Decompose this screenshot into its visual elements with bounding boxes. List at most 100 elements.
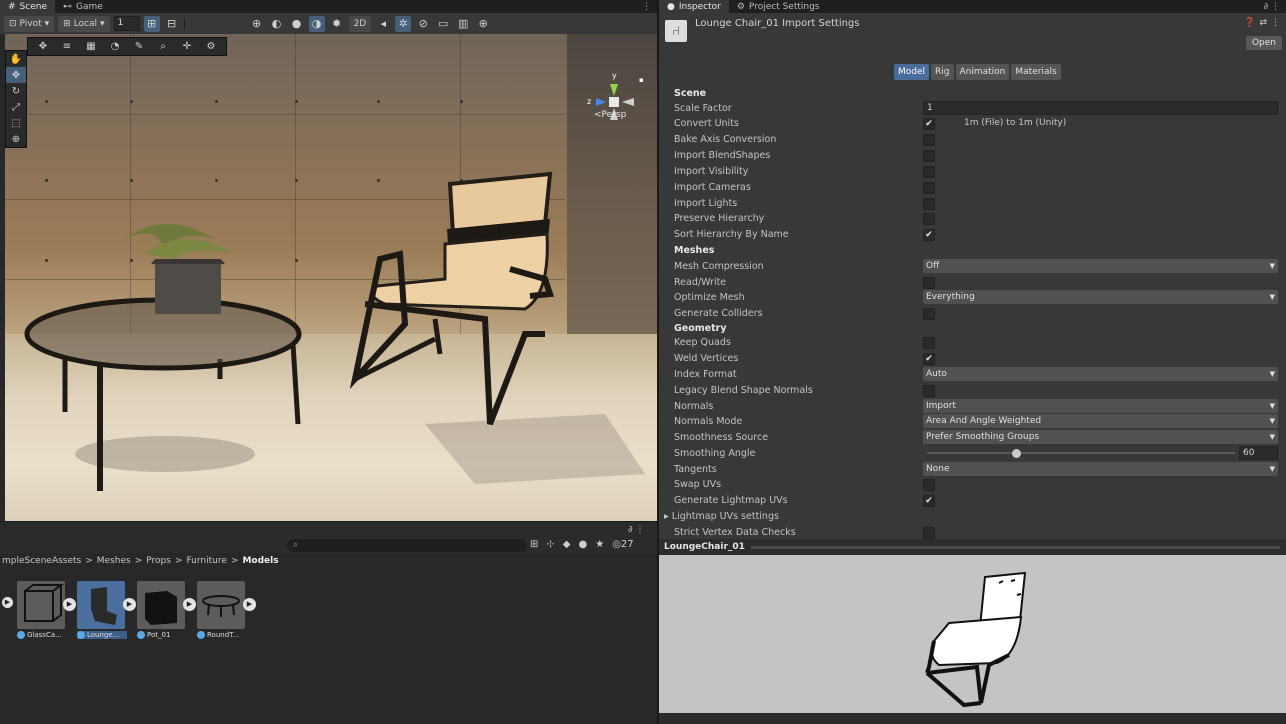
normals-dropdown[interactable]: Import ▼ — [923, 399, 1278, 413]
breadcrumb-item[interactable]: mpleSceneAssets — [2, 556, 81, 566]
model-preview[interactable] — [659, 555, 1286, 713]
filter-label-icon[interactable]: ⊹ — [546, 539, 554, 550]
2d-toggle[interactable]: 2D — [348, 15, 372, 32]
import-blendshapes-checkbox[interactable] — [923, 150, 935, 162]
legacy-blend-checkbox[interactable] — [923, 385, 935, 397]
breadcrumb-current[interactable]: Models — [242, 556, 278, 566]
generate-lightmap-checkbox[interactable]: ✔ — [923, 495, 935, 507]
tab-project-settings[interactable]: ⚙ Project Settings — [729, 0, 828, 13]
filter-type-icon[interactable]: ⊞ — [530, 539, 538, 550]
lock-menu-icon[interactable]: ∂ ⋮ — [1263, 2, 1286, 12]
paint-icon[interactable]: ✎ — [128, 39, 150, 54]
tab-inspector[interactable]: ● Inspector — [659, 0, 729, 13]
lighting-icon[interactable]: ✹ — [329, 16, 345, 32]
tab-game[interactable]: ⊷ Game — [55, 0, 111, 13]
tag-icon[interactable]: ◆ — [563, 539, 571, 550]
transform-tool-icon[interactable]: ⊕ — [6, 131, 26, 147]
normals-mode-dropdown[interactable]: Area And Angle Weighted ▼ — [923, 414, 1278, 428]
asset-item[interactable]: ▶ GlassCa... — [17, 581, 76, 639]
camera-icon[interactable]: ▭ — [435, 16, 451, 32]
expand-arrow-icon[interactable]: ▶ — [2, 597, 13, 608]
help-icon[interactable]: ❓ — [1244, 18, 1255, 28]
snap-settings-icon[interactable]: ⊟ — [164, 16, 180, 32]
read-write-checkbox[interactable] — [923, 277, 935, 289]
asset-item[interactable]: ▶ RoundT... — [197, 581, 256, 639]
local-dropdown[interactable]: ⊞ Local ▾ — [58, 15, 110, 32]
orientation-gizmo[interactable]: y z ▪ — [587, 71, 648, 134]
grid-size-input[interactable]: 1 — [113, 16, 140, 31]
expand-arrow-icon[interactable]: ▶ — [183, 598, 196, 611]
preview-header[interactable]: LoungeChair_01 — [659, 539, 1286, 555]
star-icon[interactable]: ★ — [595, 539, 604, 550]
tangents-dropdown[interactable]: None ▼ — [923, 462, 1278, 476]
smoothing-angle-slider[interactable] — [927, 452, 1235, 454]
camera-projection-label[interactable]: <Persp — [594, 110, 626, 120]
tab-animation[interactable]: Animation — [955, 64, 1010, 80]
sort-hierarchy-checkbox[interactable]: ✔ — [923, 229, 935, 241]
effects-icon[interactable]: ✲ — [395, 15, 412, 32]
overlay-icon[interactable]: ▥ — [455, 16, 471, 32]
panel-menu-icon[interactable]: ⋮ — [642, 2, 657, 12]
generate-colliders-checkbox[interactable] — [923, 308, 935, 320]
align-icon[interactable]: ≡ — [56, 39, 78, 54]
tab-rig[interactable]: Rig — [931, 64, 954, 80]
lit-icon[interactable]: ◑ — [308, 15, 325, 32]
more-icon[interactable]: ⋮ — [1271, 18, 1280, 28]
preserve-hierarchy-checkbox[interactable] — [923, 213, 935, 225]
grid-snap-icon[interactable]: ⊞ — [143, 15, 160, 32]
smoothing-angle-input[interactable]: 60 — [1239, 446, 1278, 460]
pivot-dropdown[interactable]: ⊡ Pivot ▾ — [4, 15, 55, 32]
rotate-tool-icon[interactable]: ↻ — [6, 83, 26, 99]
lock-icon[interactable]: ∂ ⋮ — [628, 525, 645, 535]
audio-icon[interactable]: ◂ — [375, 16, 391, 32]
expand-arrow-icon[interactable]: ▶ — [243, 598, 256, 611]
asset-item[interactable]: ▶ Pot_01 — [137, 581, 196, 639]
convert-units-checkbox[interactable]: ✔ — [923, 118, 935, 130]
rect-tool-icon[interactable]: ⬚ — [6, 115, 26, 131]
optimize-mesh-dropdown[interactable]: Everything ▼ — [923, 290, 1278, 304]
preset-icon[interactable]: ⇄ — [1259, 18, 1267, 28]
search-icon[interactable]: ⌕ — [152, 39, 174, 54]
custom-tool-icon[interactable]: ⚙ — [200, 39, 222, 54]
scene-viewport[interactable]: y z ▪ <Persp — [5, 34, 657, 521]
breadcrumb-item[interactable]: Furniture — [187, 556, 227, 566]
keep-quads-checkbox[interactable] — [923, 337, 935, 349]
draw-mode-icon[interactable]: ⊕ — [249, 16, 265, 32]
tab-model[interactable]: Model — [894, 64, 930, 80]
scale-tool-icon[interactable]: ⤢ — [6, 99, 26, 115]
asset-item[interactable]: ▶ Lounge... — [77, 581, 136, 639]
import-visibility-checkbox[interactable] — [923, 166, 935, 178]
weld-vertices-checkbox[interactable]: ✔ — [923, 353, 935, 365]
info-icon[interactable]: ● — [578, 539, 587, 550]
move-icon[interactable]: ✥ — [6, 67, 26, 83]
lightmap-settings-foldout[interactable]: ▸ Lightmap UVs settings — [664, 509, 779, 524]
visibility-icon[interactable]: ⊘ — [415, 16, 431, 32]
breadcrumb-item[interactable]: Meshes — [97, 556, 131, 566]
sphere-icon[interactable]: ● — [289, 16, 305, 32]
import-cameras-checkbox[interactable] — [923, 182, 935, 194]
strict-vertex-checkbox[interactable] — [923, 527, 935, 539]
shaded-icon[interactable]: ◐ — [269, 16, 285, 32]
layers-icon[interactable]: ▦ — [80, 39, 102, 54]
index-format-dropdown[interactable]: Auto ▼ — [923, 367, 1278, 381]
lock-icon[interactable]: ▪ — [639, 76, 644, 84]
mesh-compression-dropdown[interactable]: Off ▼ — [923, 259, 1278, 273]
smoothness-source-dropdown[interactable]: Prefer Smoothing Groups ▼ — [923, 430, 1278, 444]
project-search-input[interactable]: ⌕ — [287, 539, 527, 552]
visibility-count[interactable]: ◎27 — [612, 539, 633, 550]
bake-axis-checkbox[interactable] — [923, 134, 935, 146]
preview-drag-handle[interactable] — [750, 545, 1280, 549]
expand-arrow-icon[interactable]: ▶ — [63, 598, 76, 611]
smoothing-angle-knob[interactable] — [1012, 449, 1022, 458]
transform-icon[interactable]: ✛ — [176, 39, 198, 54]
open-button[interactable]: Open — [1245, 36, 1282, 50]
tab-scene[interactable]: # Scene — [0, 0, 55, 13]
gizmos-icon[interactable]: ⊕ — [475, 16, 491, 32]
swap-uvs-checkbox[interactable] — [923, 479, 935, 491]
move-tool-icon[interactable]: ✥ — [32, 39, 54, 54]
hand-tool-icon[interactable]: ✋ — [6, 51, 26, 67]
rotate-icon[interactable]: ◔ — [104, 39, 126, 54]
expand-arrow-icon[interactable]: ▶ — [123, 598, 136, 611]
breadcrumb-item[interactable]: Props — [146, 556, 171, 566]
scale-factor-input[interactable]: 1 — [923, 101, 1278, 115]
